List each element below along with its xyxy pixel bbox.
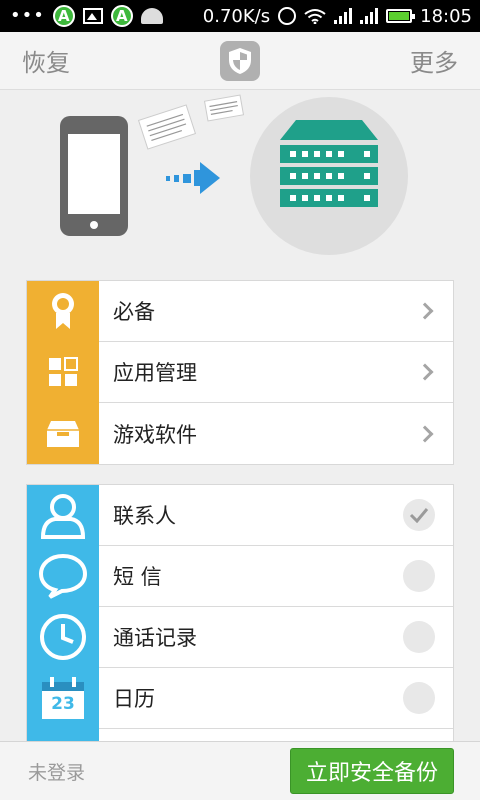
backup-data-list: 联系人 短 信 通话记录 23 日历 — [26, 484, 454, 742]
restore-button[interactable]: 恢复 — [22, 43, 70, 78]
android-icon — [140, 8, 163, 24]
more-notifications-icon: ••• — [10, 5, 45, 26]
bottom-bar: 未登录 立即安全备份 — [0, 741, 480, 800]
unchecked-circle-icon[interactable] — [403, 682, 435, 714]
calendar-day-number: 23 — [51, 693, 75, 714]
image-notification-icon — [82, 8, 103, 24]
wifi-icon — [304, 9, 326, 24]
list-item-label: 日历 — [113, 687, 155, 711]
clock-icon — [27, 606, 99, 668]
signal-icon-2 — [360, 8, 379, 24]
unchecked-circle-icon[interactable] — [403, 560, 435, 592]
list-item-sms[interactable]: 短 信 — [27, 545, 453, 607]
list-item-label: 通话记录 — [113, 626, 197, 650]
list-item-label: 联系人 — [113, 504, 176, 528]
document-icon — [137, 94, 245, 150]
list-item-calendar[interactable]: 23 日历 — [27, 667, 453, 729]
action-bar: 恢复 更多 — [0, 32, 480, 90]
chevron-right-icon — [416, 302, 434, 320]
shield-logo-icon — [220, 40, 260, 81]
list-item-essentials[interactable]: 必备 — [27, 280, 453, 342]
list-item-games-software[interactable]: 游戏软件 — [27, 403, 453, 464]
more-button[interactable]: 更多 — [410, 43, 458, 78]
app-notification-icon: A — [52, 5, 75, 27]
list-item-contacts[interactable]: 联系人 — [27, 485, 453, 546]
backup-illustration — [60, 94, 408, 255]
list-item-label: 应用管理 — [113, 361, 197, 385]
signal-icon — [334, 8, 353, 24]
clock-time: 18:05 — [420, 5, 472, 27]
login-status-link[interactable]: 未登录 — [28, 758, 85, 785]
network-speed: 0.70K/s — [202, 5, 271, 27]
inbox-tray-icon — [27, 403, 99, 464]
calendar-icon: 23 — [27, 667, 99, 729]
chevron-right-icon — [416, 363, 434, 381]
ribbon-badge-icon — [27, 280, 99, 342]
contact-person-icon — [27, 485, 99, 546]
unchecked-circle-icon[interactable] — [403, 621, 435, 653]
alarm-icon — [278, 7, 297, 25]
backup-now-button[interactable]: 立即安全备份 — [290, 748, 454, 794]
check-circle-icon[interactable] — [403, 499, 435, 531]
arrow-right-icon — [166, 162, 220, 194]
apps-list: 必备 应用管理 游戏软件 — [26, 280, 454, 465]
cloud-server-icon — [250, 97, 408, 255]
list-item-label: 游戏软件 — [113, 422, 197, 447]
grid-apps-icon — [27, 341, 99, 403]
status-bar: ••• A A 0.70K/s 18:05 — [0, 0, 480, 32]
app-notification-icon-2: A — [110, 5, 133, 27]
list-item-call-log[interactable]: 通话记录 — [27, 606, 453, 668]
battery-icon — [386, 9, 416, 23]
chevron-right-icon — [416, 425, 434, 442]
list-item-label: 必备 — [113, 300, 155, 324]
list-item-label: 短 信 — [113, 565, 162, 589]
list-item-app-management[interactable]: 应用管理 — [27, 341, 453, 403]
chat-bubble-icon — [27, 545, 99, 607]
phone-icon — [60, 116, 128, 236]
